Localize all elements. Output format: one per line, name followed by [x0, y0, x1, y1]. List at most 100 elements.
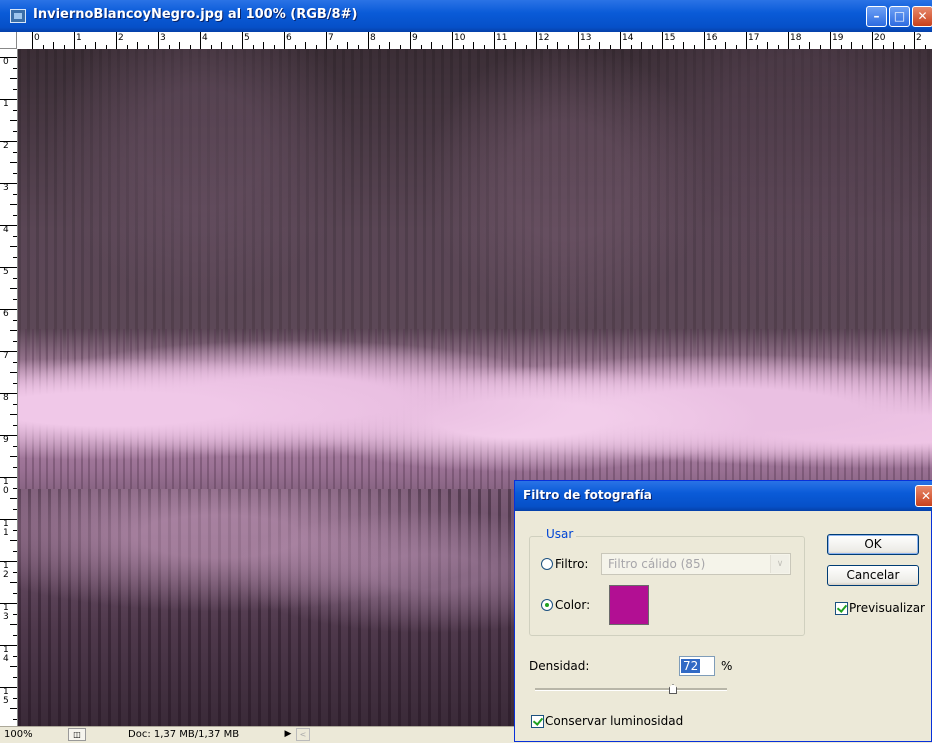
- ruler-label: 1 3: [3, 603, 9, 622]
- ruler-minor-tick: [13, 362, 17, 363]
- ruler-minor-tick: [13, 530, 17, 531]
- ruler-minor-tick: [13, 677, 17, 678]
- ruler-label: 3: [3, 183, 9, 193]
- status-menu-arrow-icon[interactable]: ▶: [282, 728, 294, 741]
- ruler-minor-tick: [13, 131, 17, 132]
- title-bar[interactable]: InviernoBlancoyNegro.jpg al 100% (RGB/8#…: [0, 0, 932, 32]
- ruler-minor-tick: [13, 425, 17, 426]
- horizontal-ruler[interactable]: 0 1 2 3 4 5 6 7 8 9 10 11 12 13 14 15 16 17 18 19 20 2: [0, 32, 932, 50]
- density-value: 72: [681, 659, 701, 673]
- ruler-minor-tick: [263, 42, 264, 49]
- ruler-major-tick: [662, 32, 663, 49]
- density-slider-track[interactable]: [535, 688, 727, 691]
- ruler-minor-tick: [10, 624, 17, 625]
- ruler-minor-tick: [515, 42, 516, 49]
- dialog-title-bar[interactable]: Filtro de fotografía ✕: [515, 481, 932, 511]
- density-slider-handle[interactable]: [669, 684, 677, 694]
- color-label[interactable]: Color:: [555, 598, 590, 612]
- filter-radio[interactable]: [541, 558, 553, 570]
- ruler-minor-tick: [10, 330, 17, 331]
- dialog-title: Filtro de fotografía: [523, 488, 652, 502]
- ruler-minor-tick: [13, 698, 17, 699]
- ruler-label: 5: [3, 267, 9, 277]
- ruler-minor-tick: [10, 162, 17, 163]
- ruler-minor-tick: [13, 194, 17, 195]
- ruler-minor-tick: [10, 120, 17, 121]
- ruler-label: 8: [3, 393, 9, 403]
- density-unit: %: [721, 659, 733, 673]
- color-swatch[interactable]: [609, 585, 649, 625]
- ruler-minor-tick: [13, 635, 17, 636]
- ruler-minor-tick: [13, 68, 17, 69]
- dialog-close-button[interactable]: ✕: [915, 485, 932, 507]
- ruler-major-tick: [746, 32, 747, 49]
- preview-label[interactable]: Previsualizar: [849, 601, 925, 615]
- ruler-minor-tick: [13, 656, 17, 657]
- ruler-minor-tick: [13, 152, 17, 153]
- window-title: InviernoBlancoyNegro.jpg al 100% (RGB/8#…: [33, 7, 358, 22]
- ruler-minor-tick: [13, 299, 17, 300]
- filter-label[interactable]: Filtro:: [555, 557, 588, 571]
- ruler-label: 7: [3, 351, 9, 361]
- ruler-label: 6: [286, 33, 292, 43]
- density-input[interactable]: 72: [679, 656, 715, 676]
- ruler-minor-tick: [53, 42, 54, 49]
- vertical-ruler[interactable]: 0 1 2 3 4 5 6 7 8 9 1 0 1 1 1 2 1 3 1 4 1 5: [0, 49, 18, 726]
- ruler-label: 2: [916, 33, 922, 43]
- ruler-label: 0: [34, 33, 40, 43]
- ruler-label: 4: [3, 225, 9, 235]
- ruler-minor-tick: [179, 42, 180, 49]
- zoom-level[interactable]: 100%: [4, 729, 58, 741]
- ruler-minor-tick: [13, 278, 17, 279]
- ruler-minor-tick: [13, 593, 17, 594]
- ruler-minor-tick: [10, 78, 17, 79]
- scroll-left-button[interactable]: <: [296, 728, 310, 741]
- maximize-button[interactable]: □: [889, 6, 910, 27]
- ruler-label: 1 0: [3, 477, 9, 496]
- ruler-label: 6: [3, 309, 9, 319]
- density-label: Densidad:: [529, 659, 590, 673]
- ruler-minor-tick: [13, 488, 17, 489]
- ruler-minor-tick: [137, 42, 138, 49]
- ruler-label: 9: [3, 435, 9, 445]
- cancel-button[interactable]: Cancelar: [827, 565, 919, 586]
- ruler-minor-tick: [13, 404, 17, 405]
- ok-button[interactable]: OK: [827, 534, 919, 555]
- ruler-minor-tick: [221, 42, 222, 49]
- ruler-minor-tick: [725, 42, 726, 49]
- ruler-label: 2: [118, 33, 124, 43]
- ruler-minor-tick: [10, 582, 17, 583]
- chevron-down-icon[interactable]: ∨: [770, 555, 789, 573]
- preserve-luminosity-label[interactable]: Conservar luminosidad: [545, 714, 683, 728]
- ruler-major-tick: [704, 32, 705, 49]
- ruler-origin[interactable]: [0, 32, 17, 49]
- ruler-minor-tick: [347, 42, 348, 49]
- ruler-label: 1 1: [3, 519, 9, 538]
- ruler-minor-tick: [13, 341, 17, 342]
- document-info-icon[interactable]: ◫: [68, 728, 86, 741]
- ruler-minor-tick: [431, 42, 432, 49]
- ruler-label: 8: [370, 33, 376, 43]
- color-radio[interactable]: [541, 599, 553, 611]
- preview-checkbox[interactable]: [835, 602, 848, 615]
- ruler-minor-tick: [10, 204, 17, 205]
- minimize-button[interactable]: –: [866, 6, 887, 27]
- ruler-minor-tick: [893, 42, 894, 49]
- ruler-minor-tick: [13, 719, 17, 720]
- ruler-major-tick: [914, 32, 915, 49]
- photoshop-document-icon: [10, 9, 26, 23]
- ruler-minor-tick: [10, 666, 17, 667]
- ruler-minor-tick: [10, 372, 17, 373]
- ruler-minor-tick: [10, 456, 17, 457]
- document-size: Doc: 1,37 MB/1,37 MB: [128, 729, 240, 740]
- ruler-label: 4: [202, 33, 208, 43]
- ruler-minor-tick: [13, 572, 17, 573]
- ruler-minor-tick: [13, 551, 17, 552]
- ruler-minor-tick: [473, 42, 474, 49]
- ruler-minor-tick: [13, 215, 17, 216]
- preserve-luminosity-checkbox[interactable]: [531, 715, 544, 728]
- ruler-major-tick: [620, 32, 621, 49]
- ruler-major-tick: [116, 32, 117, 49]
- close-button[interactable]: ✕: [912, 6, 932, 27]
- filter-dropdown[interactable]: Filtro cálido (85) ∨: [601, 553, 791, 575]
